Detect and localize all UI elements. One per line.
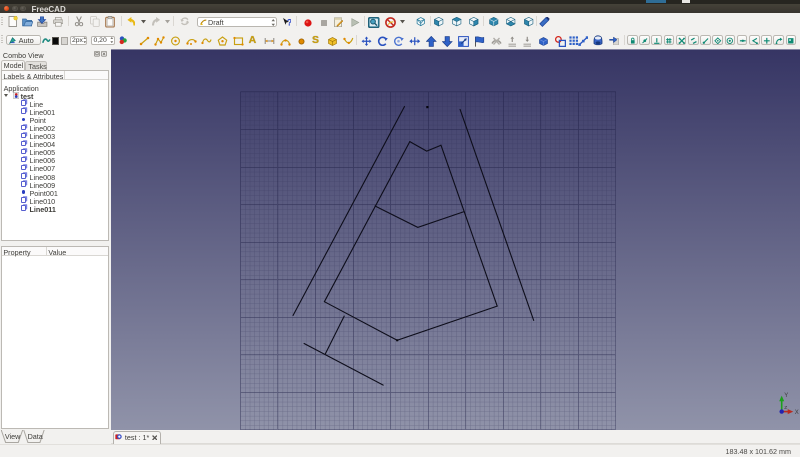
svg-text:Y: Y	[784, 393, 788, 399]
svg-text:?: ?	[286, 17, 291, 27]
svg-text:Z: Z	[784, 405, 787, 411]
svg-text:X: X	[795, 410, 799, 416]
